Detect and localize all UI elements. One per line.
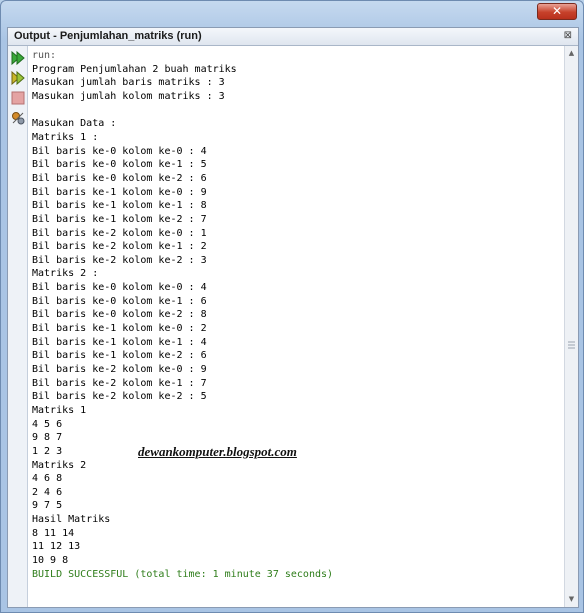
output-panel-header[interactable]: Output - Penjumlahan_matriks (run) ⊠ [8, 28, 578, 46]
console-line: Program Penjumlahan 2 buah matriks [32, 63, 237, 75]
console-line: Bil baris ke-1 kolom ke-1 : 4 [32, 336, 207, 348]
console-line: 9 7 5 [32, 500, 63, 512]
console-line: Bil baris ke-2 kolom ke-0 : 9 [32, 363, 207, 375]
scroll-thumb[interactable] [568, 336, 575, 354]
console-line: Bil baris ke-0 kolom ke-1 : 5 [32, 159, 207, 171]
console-line: Bil baris ke-1 kolom ke-2 : 6 [32, 350, 207, 362]
console-line: Matriks 2 : [32, 268, 99, 280]
output-console[interactable]: run: Program Penjumlahan 2 buah matriks Ma… [32, 46, 562, 607]
panel-close-icon[interactable]: ⊠ [564, 30, 572, 41]
console-line: Matriks 1 : [32, 131, 99, 143]
console-line: 1 2 3 [32, 445, 63, 457]
console-line: Bil baris ke-2 kolom ke-2 : 3 [32, 254, 207, 266]
console-line: 9 8 7 [32, 432, 63, 444]
console-line: Bil baris ke-0 kolom ke-2 : 8 [32, 309, 207, 321]
rerun-icon[interactable] [10, 50, 26, 66]
console-line: Bil baris ke-1 kolom ke-0 : 2 [32, 323, 207, 334]
window-close-button[interactable]: ✕ [537, 3, 577, 20]
console-line: Bil baris ke-2 kolom ke-2 : 5 [32, 391, 207, 403]
output-panel-title: Output - Penjumlahan_matriks (run) [14, 30, 202, 42]
console-line: 4 5 6 [32, 418, 63, 430]
rerun-debug-icon[interactable] [10, 70, 26, 86]
app-window: ✕ Output - Penjumlahan_matriks (run) ⊠ r… [0, 0, 584, 613]
console-line: 4 6 8 [32, 473, 63, 485]
console-line: Bil baris ke-2 kolom ke-1 : 7 [32, 377, 207, 389]
console-line: Bil baris ke-0 kolom ke-0 : 4 [32, 282, 207, 294]
console-line: Bil baris ke-1 kolom ke-1 : 8 [32, 200, 207, 212]
console-line: Masukan jumlah baris matriks : 3 [32, 77, 225, 89]
scroll-down-icon[interactable]: ▼ [567, 595, 576, 604]
console-line: Matriks 1 [32, 404, 87, 416]
console-line: Masukan jumlah kolom matriks : 3 [32, 91, 225, 102]
console-line: Bil baris ke-1 kolom ke-2 : 7 [32, 213, 207, 225]
console-line: Masukan Data : [32, 118, 117, 130]
console-line: run: [32, 50, 57, 61]
console-line: 11 12 13 [32, 541, 81, 553]
vertical-scrollbar[interactable]: ▲ ▼ [564, 46, 578, 607]
console-line: Matriks 2 [32, 459, 87, 471]
console-line: Bil baris ke-0 kolom ke-2 : 6 [32, 172, 207, 184]
console-line: 2 4 6 [32, 486, 63, 498]
output-panel: Output - Penjumlahan_matriks (run) ⊠ run… [7, 27, 579, 608]
window-titlebar[interactable]: ✕ [1, 1, 583, 25]
console-line: Bil baris ke-0 kolom ke-0 : 4 [32, 145, 207, 157]
console-line: 10 9 8 [32, 555, 69, 567]
stop-icon[interactable] [10, 90, 26, 106]
blog-watermark: dewankomputer.blogspot.com [138, 444, 297, 459]
settings-icon[interactable] [10, 110, 26, 126]
output-toolbar [8, 46, 28, 607]
console-line: Bil baris ke-1 kolom ke-0 : 9 [32, 186, 207, 198]
scroll-up-icon[interactable]: ▲ [567, 49, 576, 58]
console-line: Bil baris ke-0 kolom ke-1 : 6 [32, 295, 207, 307]
console-line: Bil baris ke-2 kolom ke-1 : 2 [32, 241, 207, 253]
console-line: Hasil Matriks [32, 514, 111, 526]
build-status-line: BUILD SUCCESSFUL (total time: 1 minute 3… [32, 568, 334, 580]
console-line: Bil baris ke-2 kolom ke-0 : 1 [32, 227, 207, 239]
console-line: 8 11 14 [32, 527, 75, 539]
